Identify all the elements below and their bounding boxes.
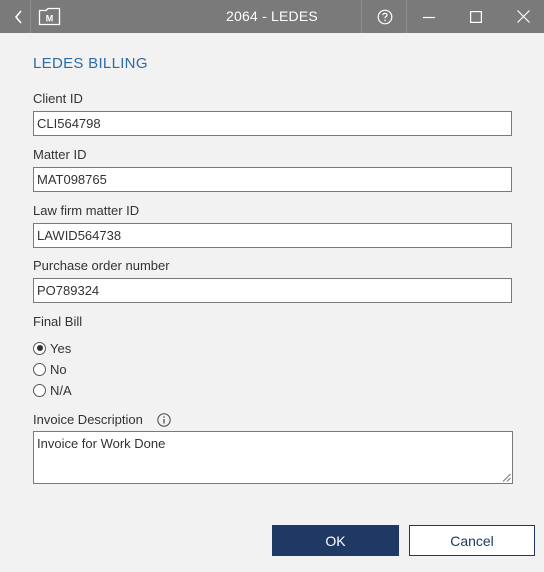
cancel-button[interactable]: Cancel (409, 525, 535, 556)
radio-label: N/A (50, 382, 72, 398)
maximize-button[interactable] (453, 0, 499, 33)
radio-button[interactable] (33, 362, 46, 376)
final-bill-label: Final Bill (33, 314, 83, 329)
help-button[interactable] (362, 0, 408, 33)
client-id-field[interactable] (33, 111, 512, 136)
ok-button[interactable]: OK (272, 525, 399, 556)
minimize-icon (423, 16, 435, 18)
law-firm-matter-id-label: Law firm matter ID (33, 203, 140, 218)
law-firm-matter-id-field[interactable] (33, 223, 512, 248)
radio-label: Yes (50, 340, 72, 356)
radio-button[interactable] (33, 383, 46, 397)
final-bill-option-yes[interactable]: Yes (33, 339, 71, 357)
client-id-label: Client ID (33, 91, 83, 106)
final-bill-option-no[interactable]: No (33, 360, 67, 378)
invoice-description-label: Invoice Description (33, 412, 143, 427)
info-circle-icon[interactable] (157, 413, 171, 427)
ledes-billing-form: LEDES BILLING Client ID Matter ID Law fi… (0, 33, 544, 572)
purchase-order-number-field[interactable] (33, 278, 512, 303)
invoice-description-field[interactable]: Invoice for Work Done (33, 431, 513, 484)
question-circle-icon (377, 9, 393, 24)
title-bar: M 2064 - LEDES (0, 0, 544, 33)
matter-id-field[interactable] (33, 167, 512, 192)
close-button[interactable] (500, 0, 544, 33)
radio-label: No (50, 361, 67, 377)
resize-grip-icon[interactable] (502, 473, 511, 482)
close-icon (516, 10, 530, 23)
radio-button-selected[interactable] (33, 341, 46, 355)
section-title: LEDES BILLING (33, 55, 148, 72)
purchase-order-number-label: Purchase order number (33, 258, 170, 273)
minimize-button[interactable] (406, 0, 452, 33)
final-bill-option-na[interactable]: N/A (33, 381, 72, 399)
maximize-icon (470, 10, 482, 23)
matter-id-label: Matter ID (33, 147, 87, 162)
